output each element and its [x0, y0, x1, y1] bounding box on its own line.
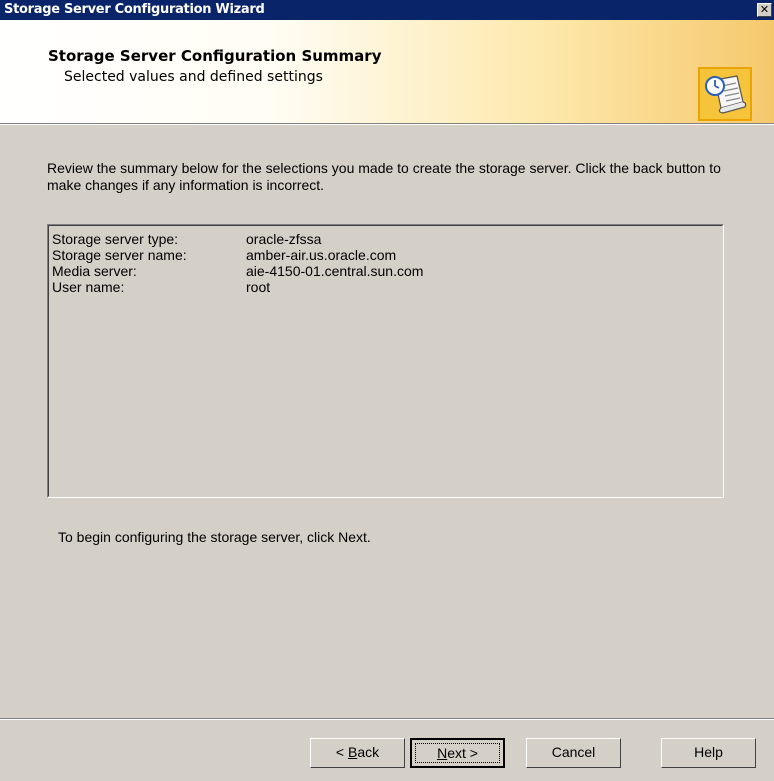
summary-list-inner: Storage server type: oracle-zfssa Storag…: [48, 225, 723, 497]
next-button[interactable]: Next >: [410, 738, 505, 768]
summary-label: User name:: [52, 279, 125, 295]
header-divider: [0, 124, 774, 125]
summary-label: Media server:: [52, 263, 137, 279]
title-bar: Storage Server Configuration Wizard ✕: [0, 0, 774, 20]
close-button[interactable]: ✕: [757, 3, 772, 17]
page-subtitle: Selected values and defined settings: [64, 69, 323, 85]
summary-value: aie-4150-01.central.sun.com: [246, 263, 424, 279]
back-button[interactable]: < Back: [310, 738, 405, 768]
back-button-mnemonic: B: [347, 744, 358, 760]
summary-value: amber-air.us.oracle.com: [246, 247, 397, 263]
intro-text: Review the summary below for the selecti…: [47, 160, 721, 193]
focus-rectangle: [415, 743, 500, 763]
back-button-prefix: <: [335, 744, 348, 760]
back-button-label: ack: [357, 744, 380, 760]
summary-value: root: [246, 279, 271, 295]
cancel-button[interactable]: Cancel: [526, 738, 621, 768]
wizard-header: Storage Server Configuration Summary Sel…: [0, 20, 774, 124]
summary-label: Storage server type:: [52, 231, 179, 247]
wizard-scroll-icon: [698, 67, 752, 121]
summary-label: Storage server name:: [52, 247, 187, 263]
help-button[interactable]: Help: [661, 738, 756, 768]
next-hint-text: To begin configuring the storage server,…: [58, 529, 371, 545]
page-title: Storage Server Configuration Summary: [48, 47, 382, 65]
window-title: Storage Server Configuration Wizard: [4, 2, 265, 17]
summary-value: oracle-zfssa: [246, 231, 322, 247]
close-icon: ✕: [759, 3, 770, 16]
button-divider-highlight: [0, 719, 774, 720]
summary-list[interactable]: Storage server type: oracle-zfssa Storag…: [47, 224, 724, 498]
